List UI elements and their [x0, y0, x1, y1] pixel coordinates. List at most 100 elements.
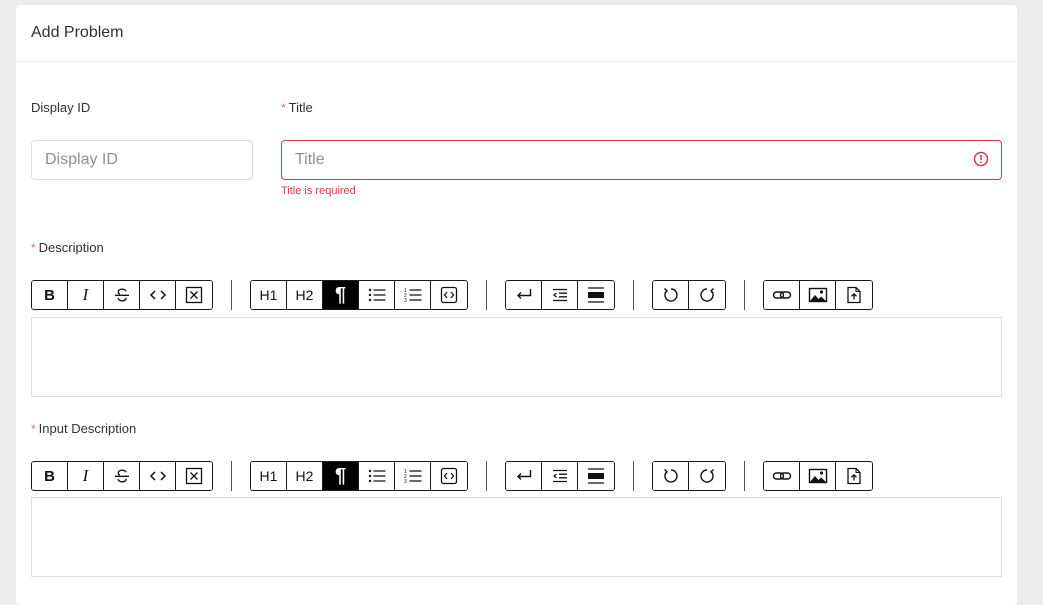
paragraph-button[interactable]: ¶ — [323, 462, 359, 490]
redo-icon — [700, 287, 714, 302]
link-icon — [772, 472, 791, 480]
description-editor[interactable] — [31, 317, 1002, 397]
outdent-button[interactable] — [542, 462, 578, 490]
code-block-button[interactable] — [431, 281, 467, 309]
title-label: * Title — [281, 100, 313, 115]
outdent-button[interactable] — [542, 281, 578, 309]
ordered-list-button[interactable]: 123 — [395, 462, 431, 490]
outdent-icon — [552, 288, 567, 302]
title-error-message: Title is required — [281, 185, 356, 197]
image-button[interactable] — [800, 462, 836, 490]
code-block-icon — [440, 467, 458, 485]
input-description-label: * Input Description — [31, 421, 137, 436]
block-group: H1 H2 ¶ 123 — [250, 280, 468, 310]
ordered-list-button[interactable]: 123 — [395, 281, 431, 309]
image-icon — [808, 287, 827, 303]
link-button[interactable] — [764, 281, 800, 309]
undo-button[interactable] — [653, 462, 689, 490]
bullet-list-icon — [368, 469, 385, 483]
italic-button[interactable]: I — [68, 281, 104, 309]
bullet-list-icon — [368, 288, 385, 302]
clear-format-button[interactable] — [176, 462, 212, 490]
bold-button[interactable]: B — [32, 462, 68, 490]
block-group: H1 H2 ¶ 123 — [250, 461, 468, 491]
svg-text:3: 3 — [404, 298, 407, 303]
hard-break-icon — [516, 289, 531, 299]
heading-2-button[interactable]: H2 — [287, 462, 323, 490]
strikethrough-button[interactable] — [104, 462, 140, 490]
horizontal-rule-icon — [588, 468, 604, 484]
link-icon — [772, 291, 791, 299]
clear-format-icon — [185, 467, 203, 485]
undo-icon — [663, 468, 678, 483]
toolbar-separator — [633, 461, 634, 491]
insert-group — [763, 461, 873, 491]
add-problem-card: Add Problem Display ID *Title Title is r… — [16, 5, 1017, 605]
display-id-input[interactable] — [31, 140, 253, 180]
file-upload-icon — [847, 286, 861, 304]
file-upload-icon — [847, 467, 861, 485]
horizontal-rule-icon — [588, 287, 604, 303]
svg-text:3: 3 — [404, 479, 407, 484]
redo-button[interactable] — [689, 462, 725, 490]
hard-break-icon — [516, 470, 531, 480]
inline-code-button[interactable] — [140, 281, 176, 309]
clear-format-button[interactable] — [176, 281, 212, 309]
format-group: B I — [31, 280, 213, 310]
bullet-list-button[interactable] — [359, 462, 395, 490]
image-icon — [808, 468, 827, 484]
display-id-label: Display ID — [31, 100, 91, 115]
file-upload-button[interactable] — [836, 281, 872, 309]
format-group: B I — [31, 461, 213, 491]
image-button[interactable] — [800, 281, 836, 309]
toolbar-separator — [486, 461, 487, 491]
code-icon — [149, 471, 166, 481]
outdent-icon — [552, 469, 567, 483]
undo-button[interactable] — [653, 281, 689, 309]
paragraph-button[interactable]: ¶ — [323, 281, 359, 309]
heading-2-button[interactable]: H2 — [287, 281, 323, 309]
toolbar-separator — [744, 461, 745, 491]
strikethrough-icon — [114, 288, 129, 302]
paragraph-icon: ¶ — [334, 283, 347, 306]
hard-break-button[interactable] — [506, 281, 542, 309]
hard-break-button[interactable] — [506, 462, 542, 490]
undo-icon — [663, 287, 678, 302]
code-block-icon — [440, 286, 458, 304]
ordered-list-icon: 123 — [404, 469, 421, 484]
clear-format-icon — [185, 286, 203, 304]
ordered-list-icon: 123 — [404, 288, 421, 303]
inline-code-button[interactable] — [140, 462, 176, 490]
toolbar-separator — [486, 280, 487, 310]
input-description-toolbar: B I H1 H2 ¶ 123 — [31, 460, 873, 492]
toolbar-separator — [744, 280, 745, 310]
horizontal-rule-button[interactable] — [578, 281, 614, 309]
input-description-editor[interactable] — [31, 497, 1002, 577]
bold-button[interactable]: B — [32, 281, 68, 309]
title-input[interactable] — [281, 140, 1002, 180]
file-upload-button[interactable] — [836, 462, 872, 490]
code-block-button[interactable] — [431, 462, 467, 490]
toolbar-separator — [231, 280, 232, 310]
heading-1-button[interactable]: H1 — [251, 462, 287, 490]
strikethrough-button[interactable] — [104, 281, 140, 309]
toolbar-separator — [231, 461, 232, 491]
page-title: Add Problem — [31, 24, 124, 41]
strikethrough-icon — [114, 469, 129, 483]
layout-group — [505, 280, 615, 310]
redo-button[interactable] — [689, 281, 725, 309]
italic-button[interactable]: I — [68, 462, 104, 490]
card-header: Add Problem — [16, 5, 1017, 62]
bullet-list-button[interactable] — [359, 281, 395, 309]
description-label: * Description — [31, 240, 104, 255]
error-circle-icon — [973, 151, 989, 167]
redo-icon — [700, 468, 714, 483]
horizontal-rule-button[interactable] — [578, 462, 614, 490]
insert-group — [763, 280, 873, 310]
link-button[interactable] — [764, 462, 800, 490]
code-icon — [149, 290, 166, 300]
heading-1-button[interactable]: H1 — [251, 281, 287, 309]
description-toolbar: B I H1 H2 ¶ 123 — [31, 279, 873, 311]
history-group — [652, 280, 726, 310]
toolbar-separator — [633, 280, 634, 310]
